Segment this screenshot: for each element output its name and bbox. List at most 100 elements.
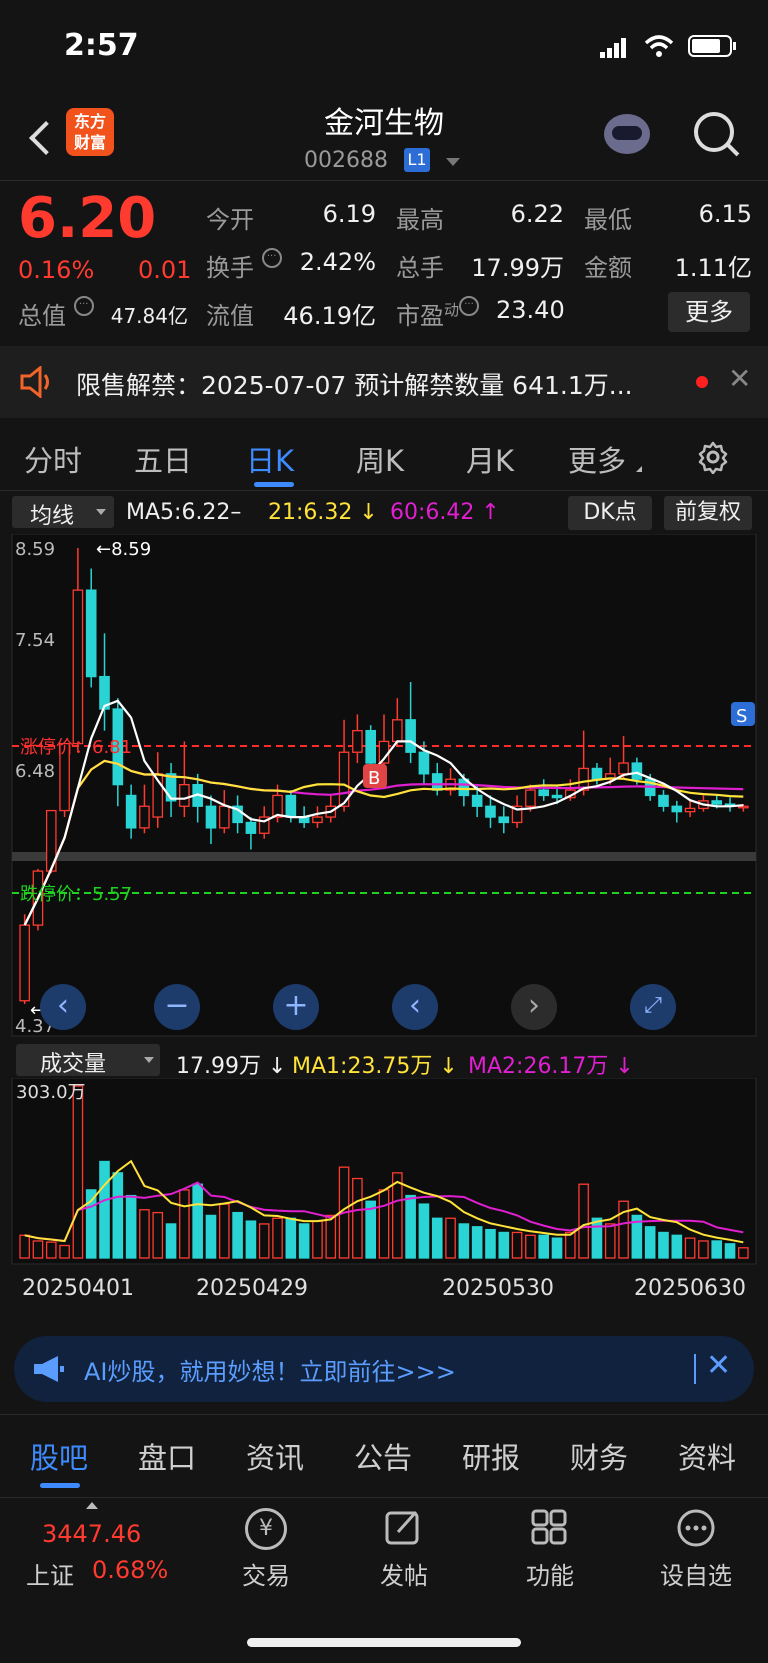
candle-body xyxy=(72,589,84,745)
pan-right-icon[interactable]: › xyxy=(511,984,557,1030)
info-icon[interactable]: ··· xyxy=(459,296,480,316)
max-price-marker: ←8.59 xyxy=(96,539,151,560)
limit-down-label: 跌停价：5.57 xyxy=(20,884,132,905)
volume-bar xyxy=(325,1214,337,1259)
volume-bar xyxy=(125,1194,137,1259)
edit-post-icon[interactable] xyxy=(384,1508,424,1552)
dropdown-icon[interactable] xyxy=(446,158,460,166)
volume-max-label: 303.0万 xyxy=(16,1082,86,1103)
tab-monthly-k[interactable]: 月K xyxy=(466,438,514,480)
volume-bar xyxy=(698,1240,709,1259)
volume-bar xyxy=(152,1211,164,1259)
kline-chart[interactable]: 8.59 7.54 6.48 4.37 ←8.59 ←4.55 涨停价：6.81… xyxy=(0,534,768,1040)
indicator-select-label: 均线 xyxy=(30,504,75,529)
fullscreen-icon[interactable]: ⤢ xyxy=(630,984,676,1030)
volume-bar xyxy=(405,1194,416,1259)
active-tab-indicator xyxy=(254,482,294,487)
candle-body xyxy=(405,719,416,753)
high-value: 6.22 xyxy=(510,200,564,228)
index-value[interactable]: 3447.46 xyxy=(42,1520,141,1548)
tab-intraday[interactable]: 分时 xyxy=(24,438,82,480)
tab-financials[interactable]: 财务 xyxy=(570,1435,628,1477)
mktcap-label-text: 总值 xyxy=(18,302,66,330)
tab-forum[interactable]: 股吧 xyxy=(30,1435,88,1477)
volume-bar xyxy=(418,1203,430,1259)
buy-signal-label: B xyxy=(368,768,380,789)
tab-announcements[interactable]: 公告 xyxy=(354,1435,412,1477)
limit-up-label: 涨停价：6.81 xyxy=(20,737,132,758)
info-icon[interactable]: ··· xyxy=(261,248,282,268)
search-icon-handle xyxy=(726,143,740,157)
tab-news[interactable]: 资讯 xyxy=(246,1435,304,1477)
candle-body xyxy=(365,729,376,764)
tab-weekly-k[interactable]: 周K xyxy=(356,438,404,480)
volume-bar xyxy=(684,1237,696,1259)
expand-up-icon[interactable] xyxy=(86,1502,98,1509)
y-tick-3: 6.48 xyxy=(15,761,55,782)
volume-bar xyxy=(565,1231,576,1259)
close-icon[interactable]: ✕ xyxy=(728,362,751,395)
indicator-select[interactable]: 均线 xyxy=(12,496,114,529)
volume-bar xyxy=(165,1223,177,1259)
settings-gear-icon[interactable] xyxy=(696,440,730,478)
trade-button[interactable]: ¥ xyxy=(236,1508,296,1550)
zoom-out-icon[interactable]: − xyxy=(154,984,200,1030)
info-icon[interactable]: ··· xyxy=(73,296,94,316)
volume-bar xyxy=(578,1183,589,1259)
volume-bar xyxy=(99,1160,110,1259)
tab-research[interactable]: 研报 xyxy=(462,1435,520,1477)
amount-label: 金额 xyxy=(584,254,632,282)
float-label: 流值 xyxy=(206,302,254,330)
volume-bar xyxy=(218,1203,230,1259)
tab-more[interactable]: 更多 xyxy=(568,438,626,480)
candle-body xyxy=(498,816,510,824)
volume-bar xyxy=(511,1231,523,1259)
tab-order-book[interactable]: 盘口 xyxy=(138,1435,196,1477)
volume-bar xyxy=(32,1240,44,1259)
candle-body xyxy=(392,719,403,743)
pan-left-icon[interactable]: ‹ xyxy=(392,984,438,1030)
volume-bar xyxy=(139,1209,150,1259)
zoom-in-icon[interactable]: + xyxy=(273,984,319,1030)
volume-bar xyxy=(392,1172,403,1259)
candle-body xyxy=(671,805,683,813)
dk-point-button[interactable]: DK点 xyxy=(568,496,652,530)
candle-body xyxy=(631,762,643,780)
level-badge[interactable]: L1 xyxy=(404,148,430,172)
candle-body xyxy=(431,773,443,791)
pan-left-far-icon[interactable]: ‹ xyxy=(40,984,86,1030)
change-percent: 0.16% xyxy=(18,256,95,284)
float-value: 46.19亿 xyxy=(283,302,376,330)
last-price: 6.20 xyxy=(18,186,157,251)
open-label: 今开 xyxy=(206,206,254,234)
candle-body xyxy=(591,767,603,780)
volume-bar xyxy=(591,1217,603,1259)
content-tabs: 股吧 盘口 资讯 公告 研报 财务 资料 xyxy=(0,1414,768,1498)
function-grid-icon[interactable] xyxy=(530,1508,570,1552)
volume-indicator-select[interactable]: 成交量 xyxy=(16,1044,160,1077)
volume-bar xyxy=(445,1217,456,1259)
tab-daily-k[interactable]: 日K xyxy=(246,438,294,480)
assistant-robot-icon[interactable] xyxy=(604,114,650,154)
ma5-label: MA5:6.22– xyxy=(126,500,242,525)
tab-five-day[interactable]: 五日 xyxy=(134,438,192,480)
adjust-button[interactable]: 前复权 xyxy=(664,496,752,530)
tab-profile[interactable]: 资料 xyxy=(678,1435,736,1477)
mktcap-label: 总值 ··· xyxy=(18,296,94,331)
candle-body xyxy=(285,794,297,818)
candle-body xyxy=(205,805,217,829)
volume-chart[interactable]: 303.0万 xyxy=(0,1078,768,1268)
volume-bar xyxy=(431,1217,443,1259)
volume-bar xyxy=(245,1220,257,1259)
more-button[interactable]: 更多 xyxy=(668,292,750,332)
date-label-1: 20250401 xyxy=(22,1276,134,1301)
add-watchlist-icon[interactable] xyxy=(676,1508,716,1552)
close-icon[interactable]: ✕ xyxy=(706,1348,731,1383)
unlock-notice[interactable]: 限售解禁：2025-07-07 预计解禁数量 641.1万... ✕ xyxy=(0,346,768,418)
volume-bar xyxy=(45,1241,57,1259)
candle-body xyxy=(471,794,483,807)
ai-promo-banner[interactable]: AI炒股，就用妙想！立即前往>>> ✕ xyxy=(14,1336,754,1402)
volume-bar xyxy=(658,1231,669,1259)
divider xyxy=(694,1354,696,1384)
candle-body xyxy=(485,805,496,818)
